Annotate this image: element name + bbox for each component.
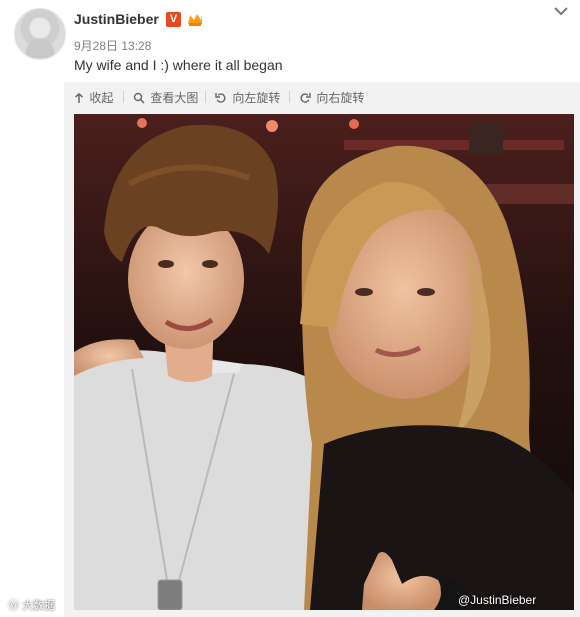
collapse-tool[interactable]: 收起 [74, 89, 113, 107]
rotate-right-label: 向右旋转 [316, 91, 365, 105]
rotate-left-icon [215, 93, 226, 103]
toolbar-divider [205, 91, 206, 103]
toolbar-divider [123, 91, 124, 103]
photo-illustration [74, 114, 574, 610]
watermark-left-text: 大数据 [22, 600, 56, 612]
username[interactable]: JustinBieber [74, 11, 159, 27]
post-header: JustinBieber V 9月28日 13:28 My wife and I… [0, 0, 580, 82]
post-text: My wife and I :) where it all began [74, 57, 283, 73]
member-crown-icon [188, 14, 202, 26]
rotate-right-tool[interactable]: 向右旋转 [299, 89, 364, 107]
avatar[interactable] [14, 8, 66, 60]
rotate-right-icon [300, 93, 311, 103]
rotate-left-tool[interactable]: 向左旋转 [215, 89, 280, 107]
up-arrow-icon [75, 93, 83, 103]
post-time: 9月28日 13:28 [74, 39, 152, 53]
collapse-label: 收起 [89, 91, 114, 105]
toolbar-divider [289, 91, 290, 103]
watermark-left: ⓦ 大数据 [8, 597, 55, 613]
view-large-label: 查看大图 [150, 91, 199, 105]
post-photo[interactable] [74, 114, 574, 610]
rotate-left-label: 向左旋转 [232, 91, 281, 105]
verified-badge: V [166, 12, 181, 27]
magnifier-icon [133, 92, 145, 104]
watermark-right: @JustinBieber [458, 593, 537, 607]
weibo-icon: ⓦ [8, 600, 23, 612]
view-large-tool[interactable]: 查看大图 [133, 89, 198, 107]
chevron-down-icon[interactable] [552, 4, 570, 18]
